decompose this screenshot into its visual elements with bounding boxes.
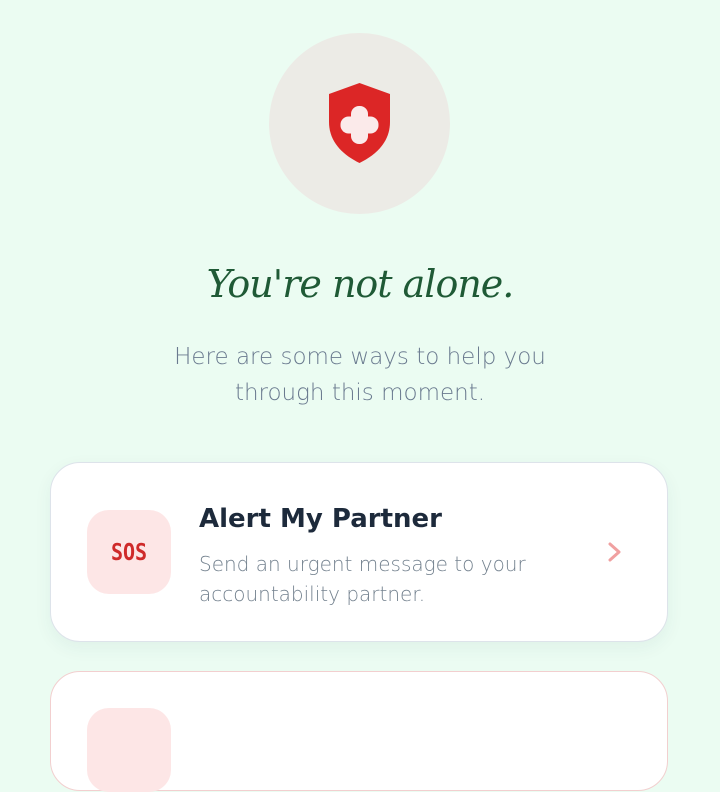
card-title: Alert My Partner [199, 504, 442, 534]
card-description: Send an urgent message to your accountab… [199, 552, 526, 606]
shield-plus-icon [329, 83, 390, 163]
hero-icon-circle [269, 33, 450, 214]
second-option-icon-tile [87, 708, 171, 792]
sos-icon-tile: SOS [87, 510, 171, 594]
page-headline: You're not alone. [206, 262, 515, 306]
chevron-right-icon [608, 542, 621, 562]
alert-partner-card[interactable]: SOS Alert My Partner Send an urgent mess… [50, 462, 668, 642]
second-option-card[interactable] [50, 671, 668, 792]
sos-icon: SOS [110, 538, 148, 566]
page-subtitle: Here are some ways to help you through t… [174, 344, 546, 406]
